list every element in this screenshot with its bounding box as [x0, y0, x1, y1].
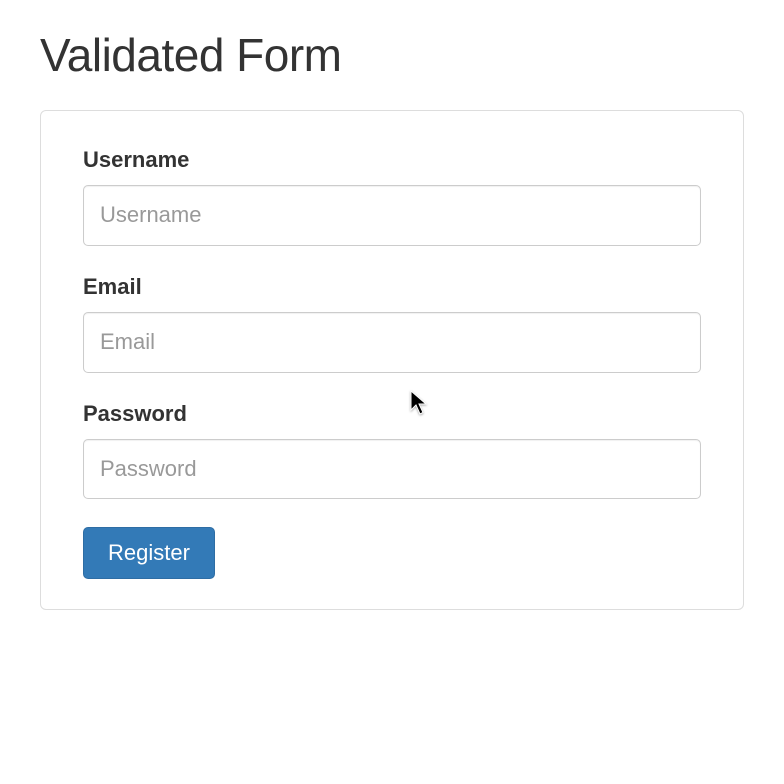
form-card: Username Email Password Register: [40, 110, 744, 610]
form-group-email: Email: [83, 274, 701, 373]
username-input[interactable]: [83, 185, 701, 246]
password-input[interactable]: [83, 439, 701, 500]
register-button[interactable]: Register: [83, 527, 215, 579]
email-label: Email: [83, 274, 701, 300]
username-label: Username: [83, 147, 701, 173]
form-group-username: Username: [83, 147, 701, 246]
form-group-password: Password: [83, 401, 701, 500]
page-title: Validated Form: [40, 28, 744, 82]
email-input[interactable]: [83, 312, 701, 373]
password-label: Password: [83, 401, 701, 427]
